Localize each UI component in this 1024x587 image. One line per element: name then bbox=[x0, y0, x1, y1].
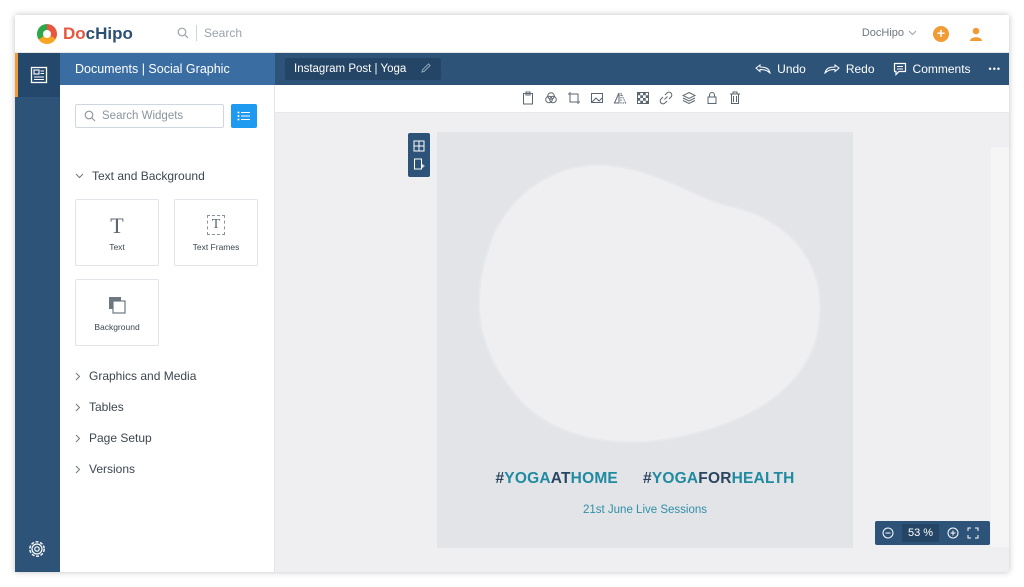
section-text-and-background[interactable]: Text and Background bbox=[75, 169, 205, 183]
app-window: DocHipo Search DocHipo + Documents | Soc… bbox=[15, 15, 1009, 572]
text-icon: T bbox=[110, 213, 124, 238]
redo-button[interactable]: Redo bbox=[824, 62, 875, 76]
search-icon bbox=[177, 27, 189, 39]
widget-tile-background[interactable]: Background bbox=[75, 279, 159, 346]
tile-label: Text Frames bbox=[192, 242, 240, 252]
document-icon bbox=[30, 66, 48, 84]
panel-header: Documents | Social Graphic bbox=[60, 53, 275, 85]
grid-icon[interactable] bbox=[413, 140, 425, 152]
section-page-setup[interactable]: Page Setup bbox=[75, 431, 152, 445]
tile-label: Text bbox=[109, 242, 125, 252]
comment-icon bbox=[893, 62, 906, 76]
zoom-level[interactable]: 53 % bbox=[902, 524, 940, 542]
redo-icon bbox=[824, 64, 840, 74]
tile-label: Background bbox=[94, 322, 140, 332]
chevron-down-icon bbox=[908, 30, 917, 36]
text-frame-icon: T bbox=[206, 215, 226, 235]
section-label: Text and Background bbox=[92, 169, 205, 183]
crop-icon[interactable] bbox=[567, 91, 581, 105]
chevron-right-icon bbox=[75, 434, 81, 442]
image-icon[interactable] bbox=[590, 91, 604, 105]
delete-icon[interactable] bbox=[728, 91, 742, 105]
hashtag1-part-c: HOME bbox=[570, 470, 618, 487]
zoom-out-icon[interactable] bbox=[882, 527, 894, 539]
section-label: Tables bbox=[89, 400, 124, 414]
flip-icon[interactable] bbox=[613, 91, 627, 105]
document-name-field[interactable]: Instagram Post | Yoga bbox=[285, 58, 442, 80]
section-tables[interactable]: Tables bbox=[75, 400, 124, 414]
section-label: Page Setup bbox=[89, 431, 152, 445]
clipboard-icon[interactable] bbox=[521, 91, 535, 105]
zoom-in-icon[interactable] bbox=[947, 527, 959, 539]
comments-button[interactable]: Comments bbox=[893, 62, 971, 76]
section-label: Versions bbox=[89, 462, 136, 476]
widget-tile-text-frames[interactable]: T Text Frames bbox=[174, 199, 258, 266]
chevron-right-icon bbox=[75, 403, 81, 411]
list-view-button[interactable] bbox=[231, 104, 257, 128]
top-bar: DocHipo Search DocHipo + bbox=[15, 15, 1009, 53]
document-bar: Instagram Post | Yoga Undo Redo Comments… bbox=[275, 53, 1009, 85]
search-divider bbox=[196, 25, 197, 41]
dochipo-logo[interactable]: DocHipo bbox=[37, 24, 133, 44]
redo-label: Redo bbox=[845, 62, 875, 76]
account-name: DocHipo bbox=[861, 27, 904, 39]
logo-icon bbox=[37, 24, 57, 44]
undo-label: Undo bbox=[777, 62, 806, 76]
chevron-right-icon bbox=[75, 372, 81, 380]
add-button[interactable]: + bbox=[933, 26, 949, 42]
account-dropdown[interactable]: DocHipo bbox=[862, 27, 917, 39]
widget-tile-text[interactable]: T Text bbox=[75, 199, 159, 266]
hashtag1-symbol: # bbox=[495, 470, 505, 487]
hashtag-headline[interactable]: #YOGAATHOME #YOGAFORHEALTH bbox=[437, 470, 853, 488]
layers-icon[interactable] bbox=[682, 91, 696, 105]
add-page-icon[interactable] bbox=[413, 158, 425, 170]
hashtag1-part-b: AT bbox=[550, 470, 571, 487]
hashtag2-symbol: # bbox=[643, 470, 652, 487]
global-search-placeholder: Search bbox=[204, 26, 243, 40]
link-icon[interactable] bbox=[659, 91, 673, 105]
hashtag2-part-b: FOR bbox=[698, 470, 732, 487]
pencil-icon[interactable] bbox=[420, 62, 432, 74]
document-actions: Undo Redo Comments ••• bbox=[755, 53, 1001, 85]
chevron-down-icon bbox=[75, 173, 84, 179]
undo-icon bbox=[755, 64, 771, 74]
search-icon bbox=[84, 110, 96, 122]
settings-gear-icon[interactable] bbox=[26, 538, 48, 560]
list-icon bbox=[237, 111, 250, 121]
canvas-workspace: #YOGAATHOME #YOGAFORHEALTH 21st June Liv… bbox=[275, 113, 1009, 572]
section-graphics-and-media[interactable]: Graphics and Media bbox=[75, 369, 196, 383]
widget-search-placeholder: Search Widgets bbox=[102, 110, 184, 122]
user-icon[interactable] bbox=[969, 26, 983, 42]
design-canvas[interactable]: #YOGAATHOME #YOGAFORHEALTH 21st June Liv… bbox=[437, 132, 853, 548]
next-page-edge bbox=[991, 147, 1009, 547]
filter-icon[interactable] bbox=[544, 91, 558, 105]
lock-icon[interactable] bbox=[705, 91, 719, 105]
section-label: Graphics and Media bbox=[89, 369, 197, 383]
zoom-control: 53 % bbox=[875, 521, 990, 545]
more-options-button[interactable]: ••• bbox=[989, 64, 1001, 74]
page-side-tools bbox=[408, 133, 430, 177]
chevron-right-icon bbox=[75, 465, 81, 473]
hashtag1-part-a: YOGA bbox=[504, 470, 551, 487]
widgets-panel: Search Widgets Text and Background T Tex… bbox=[60, 85, 275, 572]
hashtag2-part-c: HEALTH bbox=[731, 470, 795, 487]
element-toolbar bbox=[275, 85, 1009, 113]
logo-text-prefix: Do bbox=[63, 24, 86, 43]
logo-text-suffix: cHipo bbox=[85, 24, 133, 43]
subtitle-text[interactable]: 21st June Live Sessions bbox=[437, 504, 853, 516]
comments-label: Comments bbox=[912, 62, 971, 76]
fullscreen-icon[interactable] bbox=[967, 527, 979, 539]
rail-item-documents[interactable] bbox=[15, 53, 60, 97]
undo-button[interactable]: Undo bbox=[755, 62, 806, 76]
blob-shape[interactable] bbox=[465, 158, 825, 444]
section-versions[interactable]: Versions bbox=[75, 462, 135, 476]
transparency-icon[interactable] bbox=[636, 91, 650, 105]
background-icon bbox=[109, 297, 126, 314]
global-search[interactable]: Search bbox=[177, 25, 242, 41]
left-rail bbox=[15, 53, 60, 572]
widget-search-input[interactable]: Search Widgets bbox=[75, 104, 224, 128]
document-name: Instagram Post | Yoga bbox=[294, 63, 407, 75]
hashtag2-part-a: YOGA bbox=[651, 470, 699, 487]
